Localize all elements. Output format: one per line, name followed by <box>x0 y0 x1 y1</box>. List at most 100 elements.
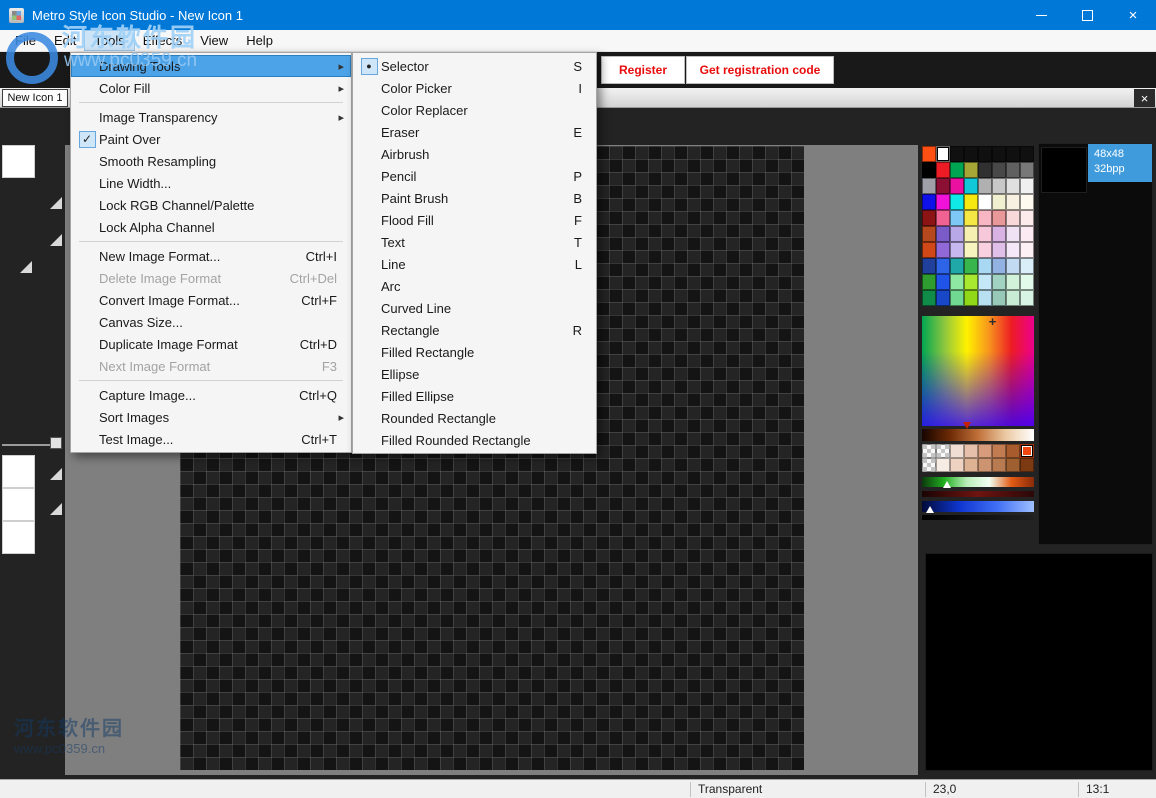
palette-swatch[interactable] <box>922 242 936 258</box>
tint_slider[interactable] <box>922 429 1034 441</box>
menubar-item-help[interactable]: Help <box>237 31 282 50</box>
register-button[interactable]: Register <box>601 56 685 84</box>
format-thumbnail[interactable] <box>2 521 35 554</box>
palette-swatch[interactable] <box>992 210 1006 226</box>
menu-item-curved-line[interactable]: Curved Line <box>353 297 596 319</box>
texture-swatch[interactable] <box>964 444 978 458</box>
palette-swatch[interactable] <box>950 194 964 210</box>
texture-swatch[interactable] <box>936 458 950 472</box>
texture-swatch[interactable] <box>1020 444 1034 458</box>
texture-swatch[interactable] <box>1006 458 1020 472</box>
palette-swatch[interactable] <box>1006 274 1020 290</box>
menu-item-next-image-format[interactable]: Next Image FormatF3 <box>71 355 351 377</box>
palette-swatch[interactable] <box>1020 210 1034 226</box>
texture-swatch[interactable] <box>978 458 992 472</box>
palette-swatch[interactable] <box>922 178 936 194</box>
palette-swatch[interactable] <box>978 274 992 290</box>
menu-item-filled-ellipse[interactable]: Filled Ellipse <box>353 385 596 407</box>
sidebar-slider-handle[interactable] <box>50 437 62 449</box>
palette-swatch[interactable] <box>922 274 936 290</box>
menubar-item-tools[interactable]: Tools <box>85 31 133 50</box>
palette-swatch[interactable] <box>964 242 978 258</box>
texture-swatch[interactable] <box>936 444 950 458</box>
texture-swatch[interactable] <box>922 458 936 472</box>
texture-swatch[interactable] <box>950 458 964 472</box>
tab-close-button[interactable]: × <box>1134 89 1155 107</box>
texture-swatch[interactable] <box>922 444 936 458</box>
palette-swatch[interactable] <box>964 194 978 210</box>
palette-swatch[interactable] <box>1006 146 1020 162</box>
menu-item-selector[interactable]: ●SelectorS <box>353 55 596 77</box>
menu-item-lock-rgb-channel-palette[interactable]: Lock RGB Channel/Palette <box>71 194 351 216</box>
palette-swatch[interactable] <box>992 194 1006 210</box>
palette-swatch[interactable] <box>950 274 964 290</box>
palette-swatch[interactable] <box>1020 290 1034 306</box>
menu-item-test-image[interactable]: Test Image...Ctrl+T <box>71 428 351 450</box>
maximize-button[interactable] <box>1064 0 1110 30</box>
menu-item-eraser[interactable]: EraserE <box>353 121 596 143</box>
palette-swatch[interactable] <box>936 194 950 210</box>
palette-swatch[interactable] <box>950 178 964 194</box>
menu-item-text[interactable]: TextT <box>353 231 596 253</box>
menu-item-smooth-resampling[interactable]: Smooth Resampling <box>71 150 351 172</box>
palette-swatch[interactable] <box>978 258 992 274</box>
format-list-selected-item[interactable]: 48x48 32bpp <box>1088 144 1152 182</box>
palette-swatch[interactable] <box>936 146 950 162</box>
texture-swatch[interactable] <box>1006 444 1020 458</box>
menu-item-rectangle[interactable]: RectangleR <box>353 319 596 341</box>
menu-item-delete-image-format[interactable]: Delete Image FormatCtrl+Del <box>71 267 351 289</box>
palette-swatch[interactable] <box>1020 258 1034 274</box>
menu-item-paint-brush[interactable]: Paint BrushB <box>353 187 596 209</box>
palette-swatch[interactable] <box>978 242 992 258</box>
palette-swatch[interactable] <box>1020 178 1034 194</box>
menu-item-filled-rectangle[interactable]: Filled Rectangle <box>353 341 596 363</box>
menu-item-convert-image-format[interactable]: Convert Image Format...Ctrl+F <box>71 289 351 311</box>
palette-swatch[interactable] <box>964 178 978 194</box>
menu-item-line-width[interactable]: Line Width... <box>71 172 351 194</box>
palette-swatch[interactable] <box>936 178 950 194</box>
menu-item-capture-image[interactable]: Capture Image...Ctrl+Q <box>71 384 351 406</box>
maroon_slider[interactable] <box>922 491 1034 497</box>
texture-swatch[interactable] <box>992 444 1006 458</box>
palette-swatch[interactable] <box>992 242 1006 258</box>
palette-swatch[interactable] <box>978 290 992 306</box>
palette-swatch[interactable] <box>978 178 992 194</box>
palette-swatch[interactable] <box>1006 210 1020 226</box>
texture-swatch[interactable] <box>950 444 964 458</box>
palette-swatch[interactable] <box>922 146 936 162</box>
palette-swatch[interactable] <box>992 258 1006 274</box>
palette-swatch[interactable] <box>922 210 936 226</box>
palette-swatch[interactable] <box>964 226 978 242</box>
palette-swatch[interactable] <box>992 226 1006 242</box>
menubar-item-file[interactable]: File <box>6 31 45 50</box>
palette-swatch[interactable] <box>936 162 950 178</box>
palette-swatch[interactable] <box>992 146 1006 162</box>
texture-swatch[interactable] <box>964 458 978 472</box>
menu-item-sort-images[interactable]: Sort Images▸ <box>71 406 351 428</box>
palette-swatch[interactable] <box>936 210 950 226</box>
palette-swatch[interactable] <box>1006 258 1020 274</box>
tint_slider-marker-icon[interactable] <box>963 422 971 429</box>
menu-item-canvas-size[interactable]: Canvas Size... <box>71 311 351 333</box>
palette-swatch[interactable] <box>1020 274 1034 290</box>
menu-item-ellipse[interactable]: Ellipse <box>353 363 596 385</box>
close-button[interactable]: × <box>1110 0 1156 30</box>
green_slider[interactable] <box>922 477 1034 487</box>
palette-swatch[interactable] <box>964 210 978 226</box>
menu-item-filled-rounded-rectangle[interactable]: Filled Rounded Rectangle <box>353 429 596 451</box>
format-thumbnail[interactable] <box>2 488 35 521</box>
menu-item-color-replacer[interactable]: Color Replacer <box>353 99 596 121</box>
palette-swatch[interactable] <box>978 146 992 162</box>
palette-swatch[interactable] <box>1006 194 1020 210</box>
palette-swatch[interactable] <box>922 194 936 210</box>
palette-swatch[interactable] <box>964 290 978 306</box>
palette-swatch[interactable] <box>964 258 978 274</box>
menu-item-airbrush[interactable]: Airbrush <box>353 143 596 165</box>
palette-swatch[interactable] <box>950 146 964 162</box>
palette-swatch[interactable] <box>922 258 936 274</box>
get-registration-code-button[interactable]: Get registration code <box>686 56 834 84</box>
palette-swatch[interactable] <box>1020 226 1034 242</box>
menu-item-duplicate-image-format[interactable]: Duplicate Image FormatCtrl+D <box>71 333 351 355</box>
menu-item-rounded-rectangle[interactable]: Rounded Rectangle <box>353 407 596 429</box>
palette-swatch[interactable] <box>1006 290 1020 306</box>
